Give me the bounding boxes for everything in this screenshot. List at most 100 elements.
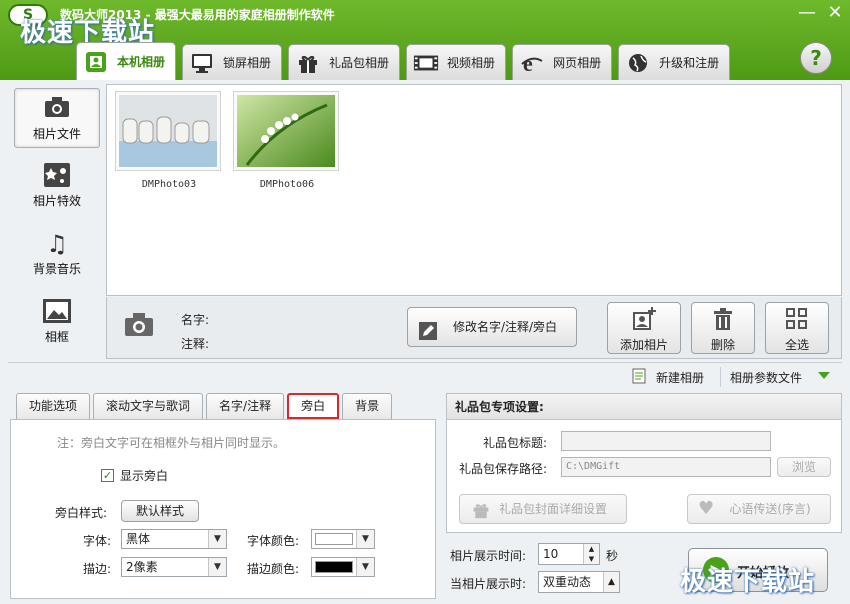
browse-button[interactable]: 浏览 [777, 457, 831, 477]
title-bar: S 数码大师2013 - 最强大最易用的家庭相册制作软件 极速下载站 — ✕ 本… [0, 0, 850, 80]
gift-path-label: 礼品包保存路径: [459, 462, 548, 476]
button-label: 心语传送(序言) [729, 502, 811, 516]
default-style-button[interactable]: 默认样式 [121, 500, 199, 522]
stroke-select[interactable]: 2像素 ▼ [121, 557, 227, 577]
on-display-label: 当相片展示时: [450, 577, 527, 591]
grid-icon [766, 307, 828, 336]
button-label: 添加相片 [619, 338, 668, 352]
spinner-arrows-icon[interactable]: ▲ ▼ [583, 544, 599, 564]
settings-tab-bar: 功能选项 滚动文字与歌词 名字/注释 旁白 背景 [16, 393, 393, 419]
name-label: 名字: [181, 313, 210, 327]
gift-title-input[interactable] [561, 431, 771, 451]
heart-message-button[interactable]: ♥ 心语传送(序言) [687, 494, 831, 524]
help-button[interactable]: ? [800, 42, 832, 74]
tab-label: 网页相册 [553, 56, 602, 70]
note-label: 注释: [181, 337, 210, 351]
watermark-bottom: 极速下载站 [680, 567, 816, 597]
photo-name: DMPhoto06 [259, 179, 315, 190]
sidebar-item-frame[interactable]: 相框 [14, 292, 100, 352]
photo-thumbnail [115, 91, 221, 171]
photo-name: DMPhoto03 [141, 179, 197, 190]
document-icon [632, 368, 646, 387]
sidebar-item-photo-effects[interactable]: 相片特效 [14, 156, 100, 216]
photo-item[interactable]: DMPhoto06 [233, 91, 341, 190]
button-label: 礼品包封面详细设置 [498, 502, 607, 516]
frame-icon [42, 298, 72, 326]
close-button[interactable]: ✕ [824, 4, 846, 24]
font-select[interactable]: 黑体 ▼ [121, 529, 227, 549]
sidebar-item-label: 相片文件 [32, 127, 81, 141]
sidebar-item-label: 背景音乐 [32, 262, 81, 276]
stroke-value: 2像素 [126, 560, 158, 574]
sidebar-item-photo-files[interactable]: 相片文件 [14, 88, 100, 148]
tab-label: 礼品包相册 [329, 56, 390, 70]
tab-label: 本机相册 [117, 55, 166, 69]
button-label: 删除 [710, 338, 735, 352]
stroke-color-picker[interactable]: ▼ [311, 557, 375, 577]
tab-web-album[interactable]: e 网页相册 [512, 44, 613, 80]
checkbox-label: 显示旁白 [120, 469, 169, 483]
edit-name-note-button[interactable]: 修改名字/注释/旁白 [407, 307, 577, 347]
album-params-menu[interactable]: 相册参数文件 [730, 369, 802, 386]
tab-upgrade-register[interactable]: 升级和注册 [618, 44, 731, 80]
chevron-up-icon: ▲ [603, 572, 619, 592]
display-time-spinner[interactable]: 10 ▲ ▼ [538, 543, 600, 565]
heart-icon: ♥ [698, 498, 715, 519]
sidebar-item-background-music[interactable]: ♫ 背景音乐 [14, 224, 100, 284]
button-label: 全选 [784, 338, 809, 352]
divider [720, 367, 721, 387]
tab-local-album[interactable]: 本机相册 [76, 42, 177, 80]
tab-narration[interactable]: 旁白 [287, 393, 340, 419]
button-label: 修改名字/注释/旁白 [452, 320, 558, 334]
monitor-icon [189, 52, 215, 74]
tab-name-note[interactable]: 名字/注释 [206, 393, 285, 419]
minimize-button[interactable]: — [796, 4, 818, 24]
photo-thumbnail [233, 91, 339, 171]
tab-video-album[interactable]: 视频相册 [406, 44, 507, 80]
font-color-picker[interactable]: ▼ [311, 529, 375, 549]
display-time-label: 相片展示时间: [450, 549, 527, 563]
music-note-icon: ♫ [46, 230, 68, 258]
display-time-value: 10 [543, 547, 559, 561]
chevron-down-icon: ▼ [356, 530, 374, 548]
main-window: S 数码大师2013 - 最强大最易用的家庭相册制作软件 极速下载站 — ✕ 本… [0, 0, 850, 604]
add-photo-icon [608, 307, 680, 336]
camera-icon [123, 311, 155, 344]
select-all-button[interactable]: 全选 [765, 302, 829, 354]
narration-panel: 注：旁白文字可在相框外与相片同时显示。 ✓ 显示旁白 旁白样式: 默认样式 字体… [10, 419, 436, 599]
trash-icon [692, 307, 754, 336]
dropdown-arrow-icon[interactable] [818, 372, 830, 379]
gift-settings-header: 礼品包专项设置: [447, 394, 841, 420]
tab-function-options[interactable]: 功能选项 [16, 393, 91, 419]
chevron-down-icon: ▼ [356, 558, 374, 576]
chevron-down-icon: ▼ [208, 558, 226, 576]
camera-icon [42, 95, 72, 123]
tab-label: 升级和注册 [659, 56, 720, 70]
add-photo-button[interactable]: 添加相片 [607, 302, 681, 354]
chevron-down-icon: ▼ [208, 530, 226, 548]
tab-lockscreen-album[interactable]: 锁屏相册 [182, 44, 283, 80]
photo-album-icon [83, 51, 109, 73]
stroke-color-label: 描边颜色: [247, 562, 300, 576]
new-album-link[interactable]: 新建相册 [656, 369, 704, 386]
delete-button[interactable]: 删除 [691, 302, 755, 354]
tab-label: 锁屏相册 [223, 56, 272, 70]
left-sidebar: 相片文件 相片特效 ♫ 背景音乐 相框 [8, 84, 104, 360]
color-swatch [315, 561, 353, 573]
photo-item[interactable]: DMPhoto03 [115, 91, 223, 190]
gift-cover-settings-button[interactable]: 礼品包封面详细设置 [459, 494, 627, 524]
album-toolbar: 新建相册 相册参数文件 [8, 362, 842, 390]
photo-list: DMPhoto03 DMPhoto06 [106, 84, 842, 296]
tab-gift-album[interactable]: 礼品包相册 [288, 44, 401, 80]
tab-scroll-text-lyrics[interactable]: 滚动文字与歌词 [93, 393, 204, 419]
tab-background[interactable]: 背景 [342, 393, 393, 419]
gift-settings-panel: 礼品包专项设置: 礼品包标题: 礼品包保存路径: C:\DMGift 浏览 礼品… [446, 393, 842, 533]
show-narration-checkbox[interactable]: ✓ 显示旁白 [101, 467, 168, 484]
display-effect-select[interactable]: 双重动态 ▲ [538, 571, 620, 593]
font-color-label: 字体颜色: [247, 534, 300, 548]
gift-path-input[interactable]: C:\DMGift [561, 457, 771, 477]
effects-icon [42, 162, 72, 190]
narration-style-label: 旁白样式: [55, 506, 108, 520]
color-swatch [315, 533, 353, 545]
font-value: 黑体 [126, 532, 151, 546]
